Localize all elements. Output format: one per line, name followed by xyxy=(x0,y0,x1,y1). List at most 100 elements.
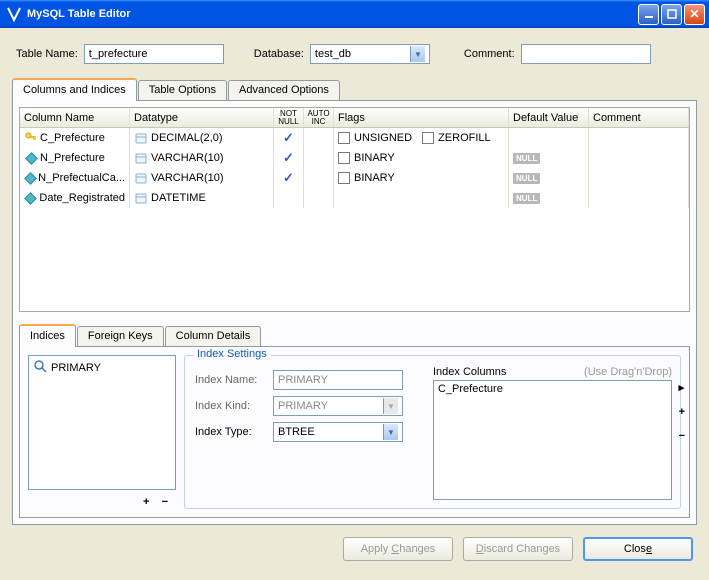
app-icon xyxy=(6,6,22,22)
table-row[interactable]: Date_RegistratedDATETIMENULL xyxy=(20,188,689,208)
default-cell[interactable]: NULL xyxy=(509,148,589,168)
head-default[interactable]: Default Value xyxy=(509,108,589,127)
apply-changes-button[interactable]: Apply Changes xyxy=(343,537,453,561)
head-auto-inc[interactable]: AUTOINC xyxy=(304,108,334,127)
auto-inc-cell[interactable] xyxy=(304,168,334,188)
datatype-icon xyxy=(134,151,148,165)
top-fields: Table Name: Database: test_db▼ Comment: xyxy=(16,44,693,64)
index-list-panel: PRIMARY + − xyxy=(28,355,176,509)
column-icon xyxy=(24,151,38,165)
flags-cell[interactable]: BINARY xyxy=(334,148,509,168)
indices-panel: PRIMARY + − Index Settings Index Name: I… xyxy=(19,346,690,518)
head-flags[interactable]: Flags xyxy=(334,108,509,127)
index-columns-label: Index Columns xyxy=(433,366,506,378)
table-row[interactable]: C_Prefecture DECIMAL(2,0) ✓ UNSIGNEDZEROFIL… xyxy=(20,128,689,148)
database-combo[interactable]: test_db▼ xyxy=(310,44,430,64)
comment-cell[interactable] xyxy=(589,128,689,148)
null-badge: NULL xyxy=(513,193,540,204)
auto-inc-cell[interactable] xyxy=(304,128,334,148)
flags-cell[interactable] xyxy=(334,188,509,208)
table-row[interactable]: N_PrefectualCa...VARCHAR(10)✓BINARYNULL xyxy=(20,168,689,188)
column-name-cell: C_Prefecture xyxy=(40,132,105,144)
not-null-cell[interactable] xyxy=(274,188,304,208)
index-type-combo[interactable]: BTREE▼ xyxy=(273,422,403,442)
index-kind-combo: PRIMARY▼ xyxy=(273,396,403,416)
title-bar: MySQL Table Editor ✕ xyxy=(0,0,709,28)
comment-cell[interactable] xyxy=(589,168,689,188)
add-col-button[interactable]: + xyxy=(679,406,685,418)
drag-drop-hint: (Use Drag'n'Drop) xyxy=(584,366,672,378)
table-row[interactable]: N_Prefecture VARCHAR(10) ✓ BINARY NULL xyxy=(20,148,689,168)
flags-cell[interactable]: UNSIGNEDZEROFILL xyxy=(334,128,509,148)
maximize-button[interactable] xyxy=(661,4,682,25)
null-badge: NULL xyxy=(513,173,540,184)
table-name-label: Table Name: xyxy=(16,48,78,60)
discard-changes-button[interactable]: Discard Changes xyxy=(463,537,573,561)
database-label: Database: xyxy=(254,48,304,60)
main-tabstrip: Columns and Indices Table Options Advanc… xyxy=(12,78,697,100)
comment-label: Comment: xyxy=(464,48,515,60)
remove-index-button[interactable]: − xyxy=(162,496,172,508)
main-tab-panel: Column Name Datatype NOTNULL AUTOINC Fla… xyxy=(12,100,697,525)
datatype-icon xyxy=(134,171,148,185)
tab-indices[interactable]: Indices xyxy=(19,324,76,347)
columns-grid[interactable]: Column Name Datatype NOTNULL AUTOINC Fla… xyxy=(19,107,690,312)
list-item[interactable]: C_Prefecture xyxy=(438,383,667,395)
auto-inc-cell[interactable] xyxy=(304,148,334,168)
not-null-cell[interactable]: ✓ xyxy=(274,148,304,168)
comment-cell[interactable] xyxy=(589,188,689,208)
add-index-button[interactable]: + xyxy=(143,496,153,508)
table-name-input[interactable] xyxy=(84,44,224,64)
null-badge: NULL xyxy=(513,153,540,164)
default-cell[interactable]: NULL xyxy=(509,188,589,208)
sub-tabstrip: Indices Foreign Keys Column Details xyxy=(19,324,690,346)
comment-cell[interactable] xyxy=(589,148,689,168)
index-name-label: Index Name: xyxy=(195,374,273,386)
column-name-cell: N_Prefecture xyxy=(40,152,105,164)
index-kind-label: Index Kind: xyxy=(195,400,273,412)
index-settings-fieldset: Index Settings Index Name: Index Kind:PR… xyxy=(184,355,681,509)
key-icon xyxy=(24,131,38,145)
close-window-button[interactable]: ✕ xyxy=(684,4,705,25)
flags-cell[interactable]: BINARY xyxy=(334,168,509,188)
datatype-cell: DECIMAL(2,0) xyxy=(151,132,223,144)
not-null-cell[interactable]: ✓ xyxy=(274,128,304,148)
datatype-icon xyxy=(134,191,148,205)
default-cell[interactable]: NULL xyxy=(509,168,589,188)
footer-buttons: Apply Changes Discard Changes Close xyxy=(12,537,697,561)
fieldset-legend: Index Settings xyxy=(193,348,271,360)
head-datatype[interactable]: Datatype xyxy=(130,108,274,127)
move-right-button[interactable]: ▸ xyxy=(679,381,685,394)
datatype-cell: VARCHAR(10) xyxy=(151,152,224,164)
head-not-null[interactable]: NOTNULL xyxy=(274,108,304,127)
comment-input[interactable] xyxy=(521,44,651,64)
head-comment[interactable]: Comment xyxy=(589,108,689,127)
remove-col-button[interactable]: − xyxy=(679,430,685,442)
chevron-down-icon: ▼ xyxy=(383,398,398,414)
minimize-button[interactable] xyxy=(638,4,659,25)
datatype-cell: VARCHAR(10) xyxy=(151,172,224,184)
index-columns-list[interactable]: C_Prefecture ▸ + − xyxy=(433,380,672,500)
tab-foreign-keys[interactable]: Foreign Keys xyxy=(77,326,164,346)
column-icon xyxy=(24,171,36,185)
window-title: MySQL Table Editor xyxy=(27,8,638,20)
index-list[interactable]: PRIMARY xyxy=(28,355,176,490)
index-name-input xyxy=(273,370,403,390)
tab-table-options[interactable]: Table Options xyxy=(138,80,227,100)
head-column-name[interactable]: Column Name xyxy=(20,108,130,127)
close-button[interactable]: Close xyxy=(583,537,693,561)
tab-columns-indices[interactable]: Columns and Indices xyxy=(12,78,137,101)
list-item[interactable]: PRIMARY xyxy=(31,358,173,377)
chevron-down-icon: ▼ xyxy=(383,424,398,440)
auto-inc-cell[interactable] xyxy=(304,188,334,208)
index-name: PRIMARY xyxy=(51,362,101,374)
default-cell[interactable] xyxy=(509,128,589,148)
column-icon xyxy=(24,191,37,205)
datatype-cell: DATETIME xyxy=(151,192,206,204)
search-icon xyxy=(33,359,47,376)
index-type-label: Index Type: xyxy=(195,426,273,438)
tab-column-details[interactable]: Column Details xyxy=(165,326,262,346)
index-columns-panel: Index Columns (Use Drag'n'Drop) C_Prefect… xyxy=(433,366,672,500)
not-null-cell[interactable]: ✓ xyxy=(274,168,304,188)
tab-advanced-options[interactable]: Advanced Options xyxy=(228,80,340,100)
